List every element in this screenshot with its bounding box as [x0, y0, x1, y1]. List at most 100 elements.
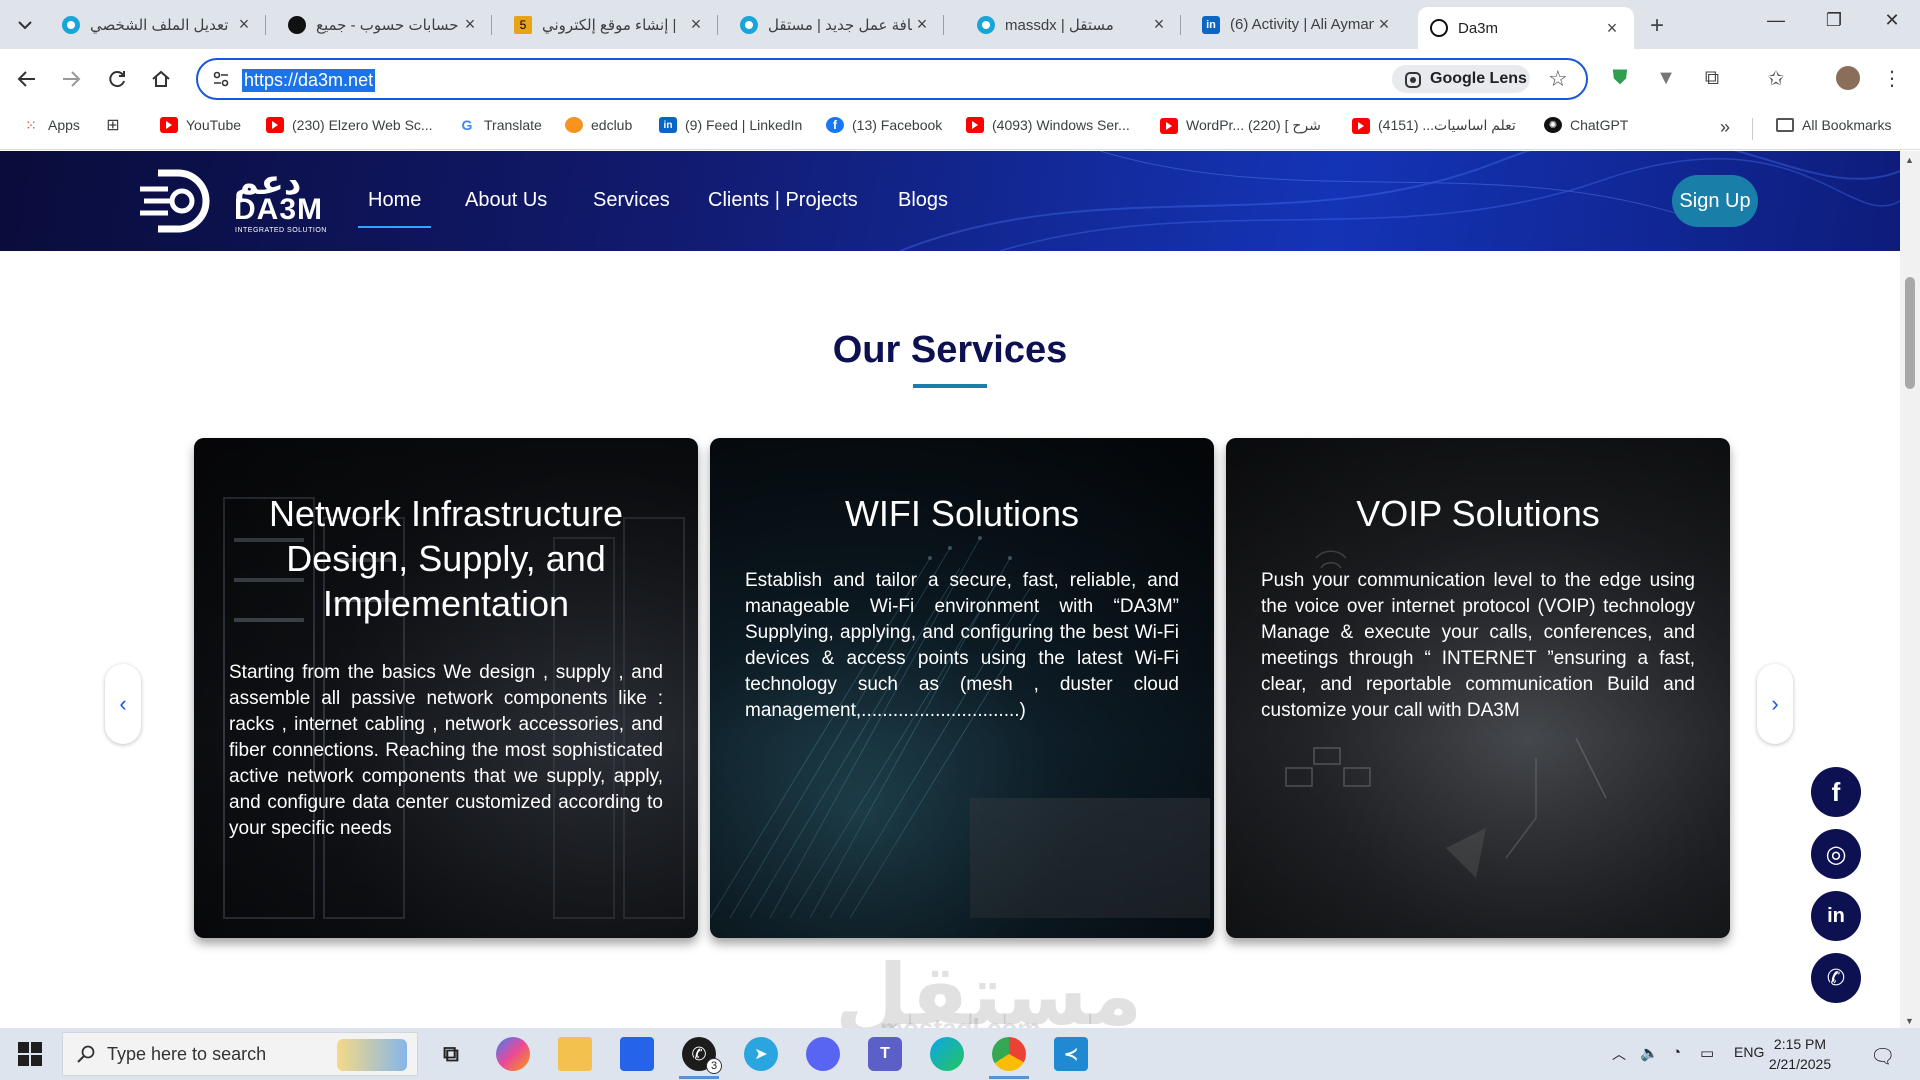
bookmark-linkedin[interactable]: in (9) Feed | LinkedIn: [659, 117, 802, 133]
telegram-icon[interactable]: ➤: [744, 1037, 778, 1071]
browser-tab[interactable]: in (6) Activity | Ali Ayman ×: [1190, 7, 1406, 42]
bookmark-translate[interactable]: G Translate: [458, 117, 542, 133]
nav-home[interactable]: Home: [358, 189, 432, 228]
carousel-next-button[interactable]: ›: [1757, 664, 1793, 744]
bookmark-elzero[interactable]: (230) Elzero Web Sc...: [266, 117, 433, 133]
close-tab-icon[interactable]: ×: [1149, 14, 1169, 35]
minimize-button[interactable]: —: [1756, 10, 1796, 31]
browser-tab-strip: تعديل الملف الشخصي × حسابات حسوب - جميع …: [0, 0, 1920, 49]
copilot-icon[interactable]: [496, 1037, 530, 1071]
url-text[interactable]: https://da3m.net: [242, 69, 376, 92]
close-tab-icon[interactable]: ×: [460, 14, 480, 35]
da3m-logo-icon: [140, 169, 210, 233]
bookmark-star-icon[interactable]: ☆: [1548, 66, 1568, 92]
apps-grid-icon: ⁙: [25, 116, 37, 133]
all-bookmarks-button[interactable]: All Bookmarks: [1776, 117, 1891, 133]
taskbar-search-box[interactable]: Type here to search: [62, 1032, 418, 1076]
card-title: WIFI Solutions: [844, 493, 1080, 534]
edge-icon[interactable]: [930, 1037, 964, 1071]
extensions-puzzle-icon[interactable]: ⧉: [1698, 64, 1726, 92]
browser-tab[interactable]: تعديل الملف الشخصي ×: [50, 7, 266, 42]
menu-kebab-icon[interactable]: ⋮: [1878, 64, 1906, 92]
vpn-extension-icon[interactable]: ▼: [1652, 64, 1680, 92]
chrome-icon[interactable]: [992, 1037, 1026, 1071]
bookmark-edclub[interactable]: edclub: [565, 117, 632, 133]
youtube-icon: [160, 117, 178, 133]
nav-blogs[interactable]: Blogs: [898, 189, 948, 212]
nav-services[interactable]: Services: [593, 189, 670, 212]
language-indicator[interactable]: ENG: [1734, 1044, 1764, 1060]
browser-tab[interactable]: حسابات حسوب - جميع ×: [276, 7, 492, 42]
card-title: Network Infrastructure Design, Supply, a…: [268, 493, 624, 624]
tab-search-button[interactable]: [10, 11, 40, 39]
reading-list-star-icon[interactable]: ✩: [1762, 64, 1790, 92]
close-tab-icon[interactable]: ×: [1374, 14, 1394, 35]
page-scrollbar[interactable]: ▲ ▼: [1900, 151, 1920, 1028]
whatsapp-link[interactable]: ✆: [1811, 953, 1861, 1003]
shield-extension-icon[interactable]: ⛊: [1606, 64, 1634, 92]
network-icon[interactable]: ◔: [1672, 1044, 1681, 1061]
bookmark-grid[interactable]: ⊞: [104, 117, 130, 134]
google-lens-button[interactable]: Google Lens: [1392, 65, 1530, 93]
file-explorer-icon[interactable]: [558, 1037, 592, 1071]
bookmark-chatgpt[interactable]: ✺ ChatGPT: [1544, 117, 1628, 133]
close-tab-icon[interactable]: ×: [234, 14, 254, 35]
bookmark-apps[interactable]: ⁙ Apps: [22, 116, 80, 134]
discord-icon[interactable]: [806, 1037, 840, 1071]
address-bar[interactable]: https://da3m.net Google Lens ☆: [196, 58, 1588, 100]
forward-button[interactable]: [58, 66, 84, 92]
carousel-prev-button[interactable]: ‹: [105, 664, 141, 744]
service-card-wifi[interactable]: WIFI Solutions Establish and tailor a se…: [710, 438, 1214, 938]
nav-about-us[interactable]: About Us: [465, 189, 547, 212]
bookmark-wordpress[interactable]: WordPr... شرح ] (220): [1160, 117, 1321, 134]
facebook-link[interactable]: f: [1811, 767, 1861, 817]
mostaql-icon: [977, 15, 995, 34]
browser-toolbar: https://da3m.net Google Lens ☆ ⛊ ▼ ⧉ ✩ ⋮: [0, 49, 1920, 108]
close-tab-icon[interactable]: ×: [686, 14, 706, 35]
browser-tab[interactable]: إضافة عمل جديد | مستقل ×: [728, 7, 944, 42]
browser-tab[interactable]: massdx | مستقل ×: [965, 7, 1181, 42]
battery-icon[interactable]: ▭: [1700, 1044, 1714, 1062]
linkedin-link[interactable]: in: [1811, 891, 1861, 941]
service-card-voip[interactable]: VOIP Solutions Push your communication l…: [1226, 438, 1730, 938]
microsoft-store-icon[interactable]: [620, 1037, 654, 1071]
windows-taskbar: Type here to search ⧉ ✆ 3 ➤ T ≺ ︿ 🔈 ◔ ▭ …: [0, 1028, 1920, 1080]
signup-button[interactable]: Sign Up: [1672, 175, 1758, 227]
back-button[interactable]: [14, 66, 40, 92]
vscode-icon[interactable]: ≺: [1054, 1037, 1088, 1071]
close-window-button[interactable]: ✕: [1872, 10, 1912, 31]
notifications-icon[interactable]: 🗨: [1870, 1044, 1895, 1069]
instagram-link[interactable]: ◎: [1811, 829, 1861, 879]
scroll-up-arrow-icon[interactable]: ▲: [1905, 155, 1914, 165]
bookmark-youtube[interactable]: YouTube: [160, 117, 241, 133]
teams-icon[interactable]: T: [868, 1037, 902, 1071]
scrollbar-thumb[interactable]: [1905, 277, 1915, 389]
home-button[interactable]: [148, 66, 174, 92]
tray-overflow-chevron-icon[interactable]: ︿: [1612, 1044, 1626, 1064]
scroll-down-arrow-icon[interactable]: ▼: [1905, 1016, 1914, 1026]
browser-tab-active[interactable]: Da3m ×: [1418, 7, 1634, 49]
task-view-icon[interactable]: ⧉: [434, 1037, 468, 1071]
bookmark-windows-server[interactable]: (4093) Windows Ser...: [966, 117, 1130, 133]
more-bookmarks-chevron-icon[interactable]: »: [1720, 117, 1730, 138]
bookmark-learn-basics[interactable]: تعلم اساسيات... (4151): [1352, 117, 1516, 134]
linkedin-icon: in: [1202, 15, 1220, 34]
site-logo[interactable]: دعم DA3M INTEGRATED SOLUTION: [138, 163, 338, 237]
windows-start-icon[interactable]: [18, 1042, 42, 1066]
volume-icon[interactable]: 🔈: [1640, 1044, 1659, 1062]
browser-tab[interactable]: 5 إنشاء موقع إلكتروني | ×: [502, 7, 718, 42]
close-tab-icon[interactable]: ×: [1602, 18, 1622, 39]
nav-clients-projects[interactable]: Clients | Projects: [708, 189, 858, 212]
new-tab-button[interactable]: +: [1650, 12, 1664, 40]
service-card-network[interactable]: Network Infrastructure Design, Supply, a…: [194, 438, 698, 938]
restore-button[interactable]: ❐: [1814, 10, 1854, 31]
bookmarks-bar: ⁙ Apps ⊞ YouTube (230) Elzero Web Sc... …: [0, 108, 1920, 150]
taskbar-clock[interactable]: 2:15 PM 2/21/2025: [1762, 1034, 1838, 1074]
reload-button[interactable]: [104, 66, 130, 92]
chevron-down-icon: [18, 21, 32, 30]
close-tab-icon[interactable]: ×: [912, 14, 932, 35]
translate-icon: G: [461, 117, 473, 133]
site-settings-icon[interactable]: [212, 70, 230, 88]
bookmark-facebook[interactable]: f (13) Facebook: [826, 117, 942, 133]
profile-avatar[interactable]: [1834, 64, 1862, 92]
